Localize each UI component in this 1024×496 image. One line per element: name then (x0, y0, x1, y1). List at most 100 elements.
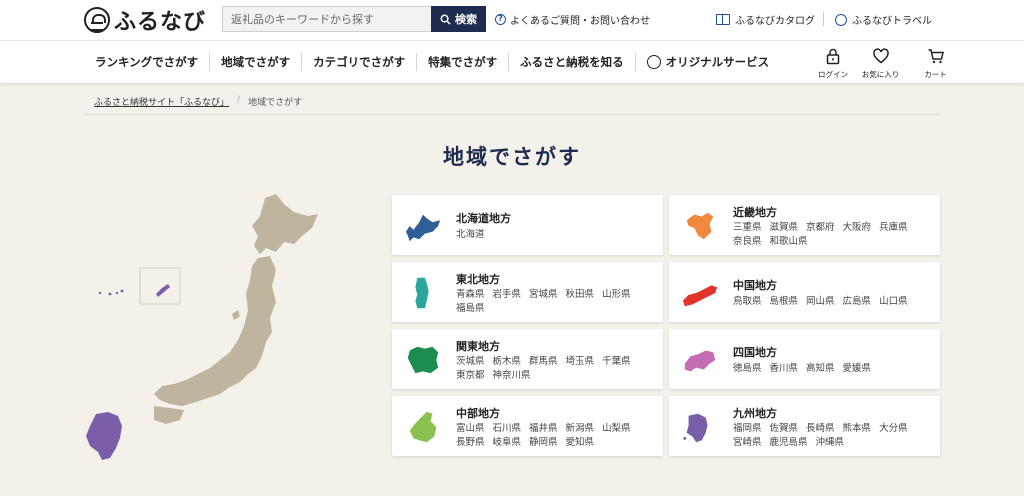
pref-link[interactable]: 徳島県 (733, 363, 762, 374)
nav-original-service[interactable]: オリジナルサービス (634, 53, 781, 71)
faq-label: よくあるご質問・お問い合わせ (510, 16, 650, 27)
pref-link[interactable]: 福岡県 (733, 423, 762, 434)
pref-link[interactable]: 鳥取県 (733, 296, 762, 307)
search-input[interactable] (222, 6, 431, 32)
region-prefs: 三重県 滋賀県 京都府 大阪府 兵庫県奈良県 和歌山県 (733, 221, 933, 249)
kanto-icon (407, 346, 439, 374)
region-card-kyushu[interactable]: 九州地方 福岡県 佐賀県 長崎県 熊本県 大分県 宮崎県 鹿児島県 沖縄県 (669, 396, 940, 456)
map-honshu[interactable] (154, 256, 276, 406)
heart-icon (872, 48, 889, 64)
breadcrumb-home[interactable]: ふるさと納税サイト「ふるなび」 (94, 95, 229, 114)
pref-link[interactable]: 大阪府 (843, 222, 872, 233)
map-shikoku[interactable] (154, 406, 184, 424)
pref-link[interactable]: 大分県 (879, 423, 908, 434)
pref-link[interactable]: 岩手県 (493, 289, 522, 300)
pref-link[interactable]: 和歌山県 (770, 236, 808, 247)
region-name: 関東地方 (456, 340, 500, 353)
region-card-chugoku[interactable]: 中国地方 鳥取県 島根県 岡山県 広島県 山口県 (669, 262, 940, 322)
pref-link[interactable]: 群馬県 (529, 356, 558, 367)
pref-link[interactable]: 島根県 (770, 296, 799, 307)
kinki-icon (686, 212, 714, 240)
region-card-hokkaido[interactable]: 北海道地方 北海道 (392, 195, 663, 255)
nav-category[interactable]: カテゴリでさがす (301, 53, 416, 71)
search-button-label: 検索 (455, 13, 477, 26)
pref-link[interactable]: 香川県 (770, 363, 799, 374)
pref-link[interactable]: 福井県 (529, 423, 558, 434)
pref-link[interactable]: 山梨県 (602, 423, 631, 434)
nav-icons: ログイン お気に入り カート (813, 47, 963, 80)
pref-link[interactable]: 富山県 (456, 423, 485, 434)
search-bar: 検索 (222, 6, 486, 32)
nav-feature[interactable]: 特集でさがす (416, 53, 508, 71)
nav-items: ランキングでさがす 地域でさがす カテゴリでさがす 特集でさがす ふるさと納税を… (84, 53, 780, 71)
travel-link[interactable]: ふるなびトラベル (835, 12, 932, 27)
pref-link[interactable]: 山口県 (879, 296, 908, 307)
pref-link[interactable]: 岐阜県 (493, 437, 522, 448)
pref-link[interactable]: 青森県 (456, 289, 485, 300)
region-prefs: 福岡県 佐賀県 長崎県 熊本県 大分県宮崎県 鹿児島県 沖縄県 (733, 422, 933, 450)
pref-link[interactable]: 熊本県 (843, 423, 872, 434)
nav-label: ふるさと納税を知る (520, 55, 624, 69)
faq-link[interactable]: ? よくあるご質問・お問い合わせ (495, 12, 650, 27)
search-icon (440, 14, 451, 25)
nav-region[interactable]: 地域でさがす (209, 53, 301, 71)
pref-link[interactable]: 奈良県 (733, 236, 762, 247)
pref-link[interactable]: 新潟県 (566, 423, 595, 434)
cart-button[interactable]: カート (908, 47, 963, 80)
pref-link[interactable]: 愛知県 (566, 437, 595, 448)
pref-link[interactable]: 愛媛県 (843, 363, 872, 374)
region-prefs: 北海道 (456, 228, 656, 242)
pref-link[interactable]: 長野県 (456, 437, 485, 448)
region-prefs: 富山県 石川県 福井県 新潟県 山梨県長野県 岐阜県 静岡県 愛知県 (456, 422, 656, 450)
map-kyushu[interactable] (86, 412, 122, 460)
pref-link[interactable]: 栃木県 (493, 356, 522, 367)
pref-link[interactable]: 佐賀県 (770, 423, 799, 434)
pref-link[interactable]: 石川県 (493, 423, 522, 434)
map-hokkaido[interactable] (252, 194, 318, 254)
region-prefs: 鳥取県 島根県 岡山県 広島県 山口県 (733, 295, 933, 309)
main-nav: ランキングでさがす 地域でさがす カテゴリでさがす 特集でさがす ふるさと納税を… (0, 40, 1024, 83)
pref-link[interactable]: 京都府 (806, 222, 835, 233)
pref-link[interactable]: 北海道 (456, 229, 485, 240)
pref-link[interactable]: 千葉県 (602, 356, 631, 367)
header-divider (823, 12, 824, 26)
okinawa-islands[interactable] (98, 284, 170, 297)
pref-link[interactable]: 山形県 (602, 289, 631, 300)
pref-link[interactable]: 高知県 (806, 363, 835, 374)
region-card-chubu[interactable]: 中部地方 富山県 石川県 福井県 新潟県 山梨県 長野県 岐阜県 静岡県 愛知県 (392, 396, 663, 456)
catalog-link[interactable]: ふるなびカタログ (716, 12, 815, 27)
pref-link[interactable]: 兵庫県 (879, 222, 908, 233)
pref-link[interactable]: 宮崎県 (733, 437, 762, 448)
logo-text: ふるなび (114, 10, 207, 35)
pref-link[interactable]: 静岡県 (529, 437, 558, 448)
pref-link[interactable]: 宮城県 (529, 289, 558, 300)
pref-link[interactable]: 茨城県 (456, 356, 485, 367)
region-card-kanto[interactable]: 関東地方 茨城県 栃木県 群馬県 埼玉県 千葉県東京都 神奈川県 (392, 329, 663, 389)
breadcrumb: ふるさと納税サイト「ふるなび」 / 地域でさがす (84, 95, 940, 115)
pref-link[interactable]: 秋田県 (566, 289, 595, 300)
pref-link[interactable]: 福島県 (456, 303, 485, 314)
region-card-tohoku[interactable]: 東北地方 青森県 岩手県 宮城県 秋田県 山形県 福島県 (392, 262, 663, 322)
nav-learn[interactable]: ふるさと納税を知る (508, 53, 635, 71)
region-card-kinki[interactable]: 近畿地方 三重県 滋賀県 京都府 大阪府 兵庫県 奈良県 和歌山県 (669, 195, 940, 255)
pref-link[interactable]: 広島県 (843, 296, 872, 307)
pref-link[interactable]: 沖縄県 (816, 437, 845, 448)
travel-icon (835, 13, 847, 26)
pref-link[interactable]: 鹿児島県 (770, 437, 808, 448)
pref-link[interactable]: 岡山県 (806, 296, 835, 307)
favorites-button[interactable]: お気に入り (853, 47, 908, 80)
pref-link[interactable]: 滋賀県 (770, 222, 799, 233)
login-button[interactable]: ログイン (813, 47, 853, 80)
region-card-shikoku[interactable]: 四国地方 徳島県 香川県 高知県 愛媛県 (669, 329, 940, 389)
pref-link[interactable]: 埼玉県 (566, 356, 595, 367)
search-button[interactable]: 検索 (431, 6, 486, 32)
region-prefs: 青森県 岩手県 宮城県 秋田県 山形県福島県 (456, 288, 656, 316)
nav-ranking[interactable]: ランキングでさがす (84, 53, 209, 71)
question-icon: ? (495, 14, 506, 25)
pref-link[interactable]: 三重県 (733, 222, 762, 233)
site-logo[interactable]: ふるなび (84, 6, 207, 35)
pref-link[interactable]: 長崎県 (806, 423, 835, 434)
pref-link[interactable]: 神奈川県 (493, 370, 531, 381)
pref-link[interactable]: 東京都 (456, 370, 485, 381)
region-prefs: 茨城県 栃木県 群馬県 埼玉県 千葉県東京都 神奈川県 (456, 355, 656, 383)
